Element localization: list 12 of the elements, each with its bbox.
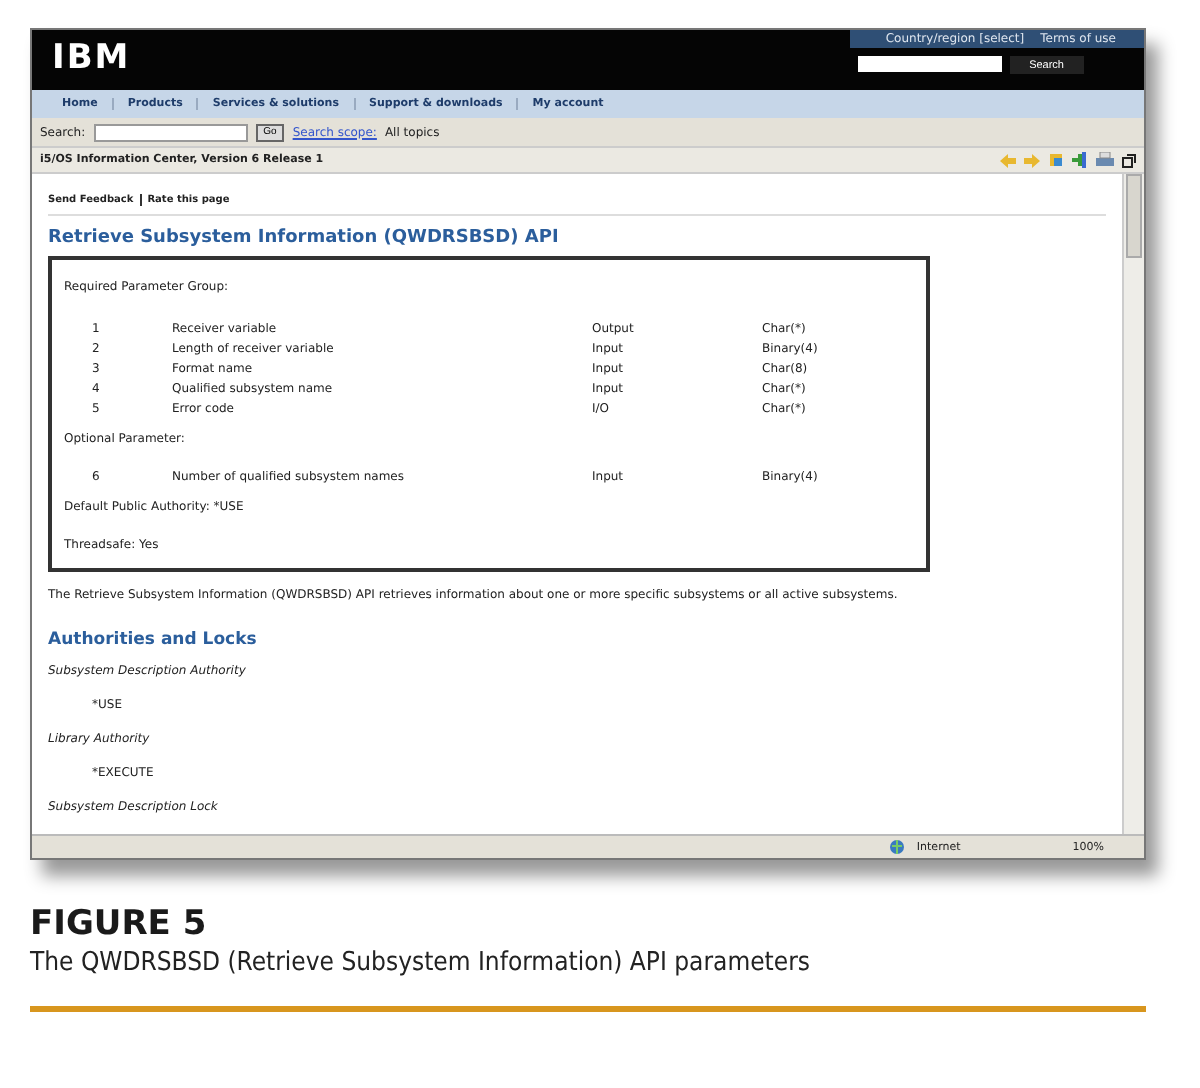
search-field[interactable] — [93, 123, 248, 141]
restore-icon[interactable] — [1122, 153, 1136, 167]
forward-arrow-icon[interactable] — [1024, 153, 1040, 167]
section-title: Authorities and Locks — [48, 630, 259, 650]
back-arrow-icon[interactable] — [1000, 153, 1016, 167]
figure-caption: The QWDRSBSD (Retrieve Subsystem Information) API parameters — [30, 948, 812, 978]
print-icon[interactable] — [1096, 152, 1114, 168]
figure-label: FIGURE 5 — [30, 904, 209, 944]
search-field[interactable] — [857, 56, 1002, 72]
scrollbar[interactable] — [1122, 174, 1144, 834]
globe-icon — [890, 840, 905, 854]
page-title: Retrieve Subsystem Information (QWDRSBSD) API — [48, 228, 561, 248]
